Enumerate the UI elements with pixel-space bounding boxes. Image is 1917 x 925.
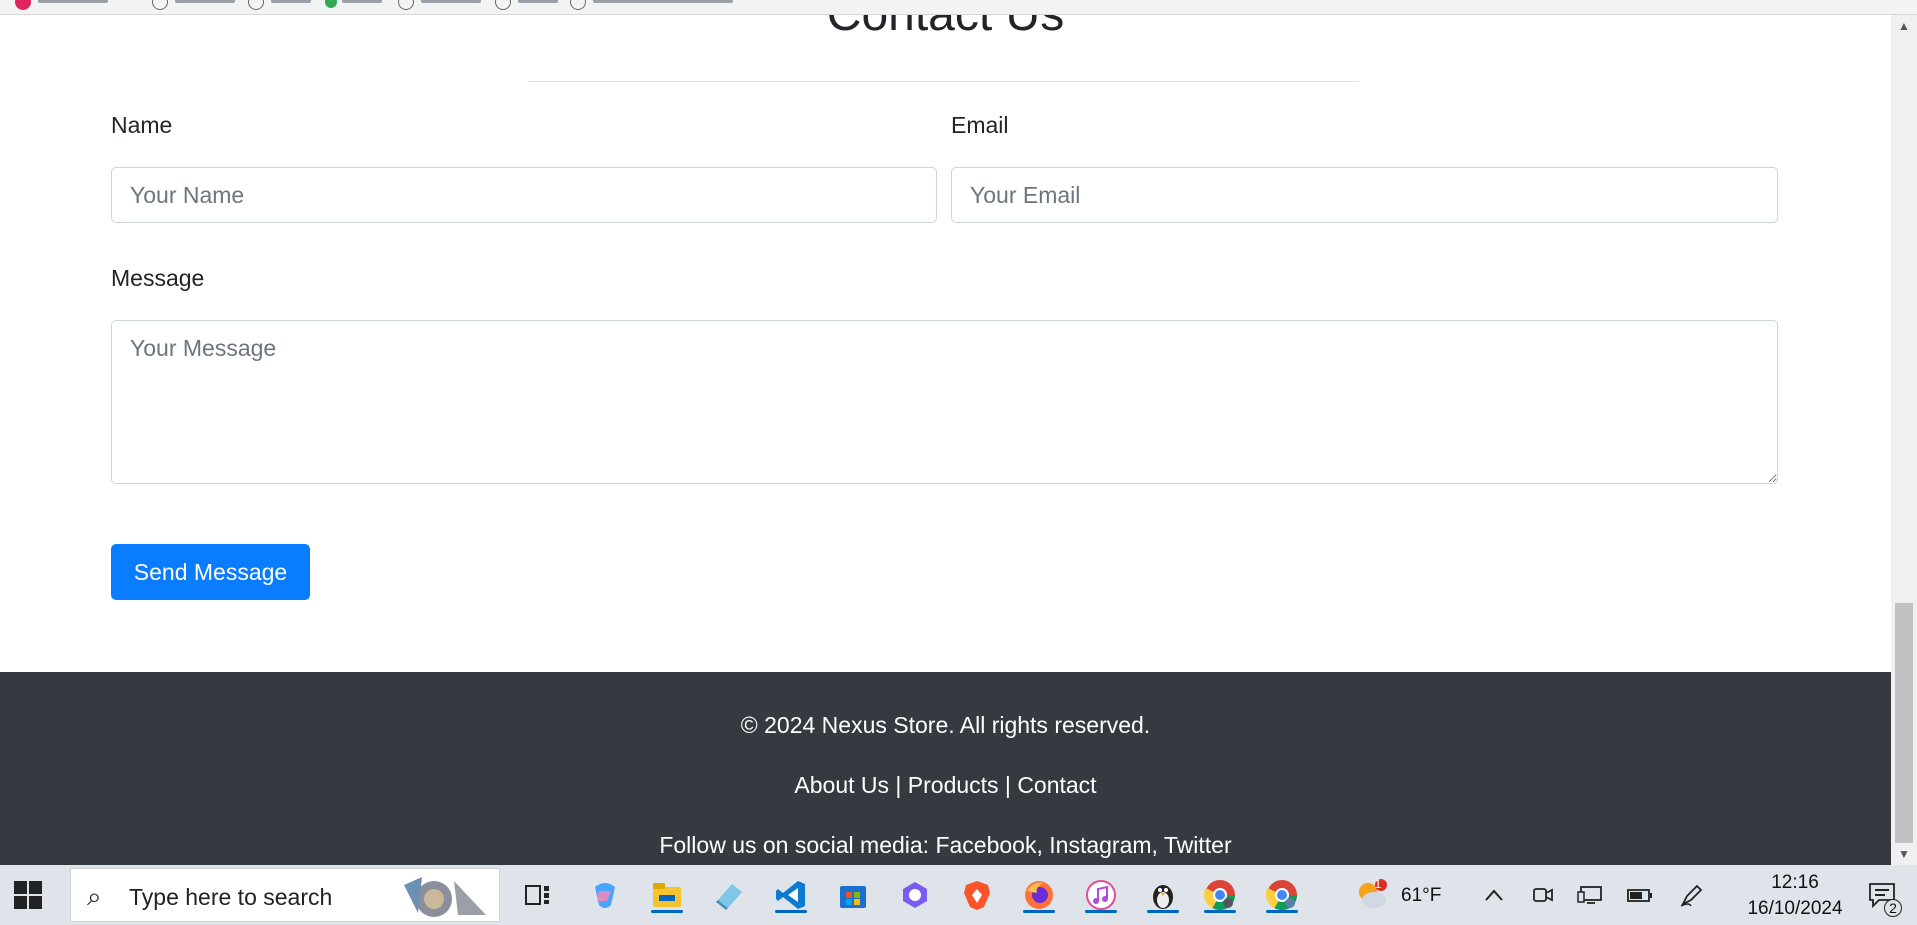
footer-link-about[interactable]: About Us (794, 772, 889, 798)
bookmark-label[interactable] (38, 0, 108, 3)
notifications-count: 2 (1884, 899, 1902, 917)
social-link-twitter[interactable]: Twitter (1164, 832, 1232, 858)
email-label: Email (951, 112, 1009, 138)
taskbar: ⌕ Type here to search 1 61°F 12:16 16/10… (0, 865, 1917, 925)
vscode-icon[interactable] (771, 875, 811, 915)
clock-date[interactable]: 16/10/2024 (1730, 898, 1860, 920)
scroll-down-icon[interactable]: ▼ (1891, 843, 1917, 865)
heading-divider (528, 81, 1359, 82)
link-separator: | (889, 772, 908, 798)
active-indicator (1023, 910, 1055, 913)
bookmark-label[interactable] (421, 0, 481, 3)
bookmarks-bar (0, 0, 1917, 15)
weather-temperature[interactable]: 61°F (1401, 885, 1441, 907)
scrollbar-thumb[interactable] (1895, 603, 1913, 843)
pen-icon[interactable] (1672, 875, 1712, 915)
weather-icon[interactable] (1352, 875, 1392, 915)
active-indicator (1147, 910, 1179, 913)
message-field[interactable] (111, 320, 1778, 484)
search-placeholder: Type here to search (129, 884, 333, 910)
microsoft365-icon[interactable] (895, 875, 935, 915)
bookmark-label[interactable] (518, 0, 558, 3)
social-separator: , (1036, 832, 1050, 858)
vertical-scrollbar[interactable]: ▲ ▼ (1891, 15, 1917, 865)
app-penguin-icon[interactable] (1143, 875, 1183, 915)
email-field[interactable] (951, 167, 1778, 223)
active-indicator (775, 910, 807, 913)
clock-time[interactable]: 12:16 (1760, 872, 1830, 894)
notepad-icon[interactable] (709, 875, 749, 915)
chevron-up-icon[interactable] (1474, 875, 1514, 915)
social-links: Follow us on social media: Facebook, Ins… (0, 832, 1891, 859)
globe-icon[interactable] (152, 0, 168, 10)
active-indicator (651, 910, 683, 913)
chrome-profile-icon[interactable] (1262, 875, 1302, 915)
site-footer: © 2024 Nexus Store. All rights reserved.… (0, 672, 1891, 865)
bookmark-favicon-icon[interactable] (15, 0, 31, 10)
file-explorer-icon[interactable] (647, 875, 687, 915)
globe-icon[interactable] (570, 0, 586, 10)
send-message-button[interactable]: Send Message (111, 544, 310, 600)
link-separator: | (998, 772, 1018, 798)
weather-badge: 1 (1374, 877, 1382, 891)
search-icon: ⌕ (87, 881, 102, 911)
firefox-icon[interactable] (1019, 875, 1059, 915)
network-icon[interactable] (1570, 875, 1610, 915)
social-separator: , (1151, 832, 1164, 858)
footer-link-products[interactable]: Products (908, 772, 999, 798)
page-title: Contact Us (0, 15, 1891, 43)
search-highlight-icon (404, 877, 486, 917)
bookmark-label[interactable] (271, 0, 311, 3)
task-view-icon[interactable] (518, 875, 558, 915)
copyright-text: © 2024 Nexus Store. All rights reserved. (740, 712, 1151, 738)
battery-icon[interactable] (1620, 875, 1660, 915)
itunes-icon[interactable] (1081, 875, 1121, 915)
scroll-up-icon[interactable]: ▲ (1891, 15, 1917, 37)
bookmark-label[interactable] (175, 0, 235, 3)
globe-icon[interactable] (398, 0, 414, 10)
social-link-facebook[interactable]: Facebook (935, 832, 1036, 858)
globe-icon[interactable] (495, 0, 511, 10)
name-field[interactable] (111, 167, 937, 223)
taskbar-search-box[interactable]: ⌕ Type here to search (70, 868, 500, 922)
page-viewport: Contact Us Name Email Message Send Messa… (0, 15, 1891, 865)
globe-icon[interactable] (248, 0, 264, 10)
social-prefix: Follow us on social media: (659, 832, 936, 858)
chrome-icon[interactable] (1200, 875, 1240, 915)
message-label: Message (111, 265, 205, 291)
bookmark-label[interactable] (593, 0, 733, 3)
footer-links: About Us | Products | Contact (0, 772, 1891, 799)
bookmark-label[interactable] (342, 0, 382, 3)
windows-start-icon[interactable] (14, 881, 44, 911)
active-indicator (1266, 910, 1298, 913)
camera-icon[interactable] (1523, 875, 1563, 915)
footer-link-contact[interactable]: Contact (1017, 772, 1096, 798)
name-label: Name (111, 112, 173, 138)
active-indicator (1204, 910, 1236, 913)
active-indicator (1085, 910, 1117, 913)
brave-icon[interactable] (957, 875, 997, 915)
copilot-icon[interactable] (585, 875, 625, 915)
bookmark-favicon-icon[interactable] (325, 0, 337, 8)
social-link-instagram[interactable]: Instagram (1049, 832, 1151, 858)
microsoft-store-icon[interactable] (833, 875, 873, 915)
